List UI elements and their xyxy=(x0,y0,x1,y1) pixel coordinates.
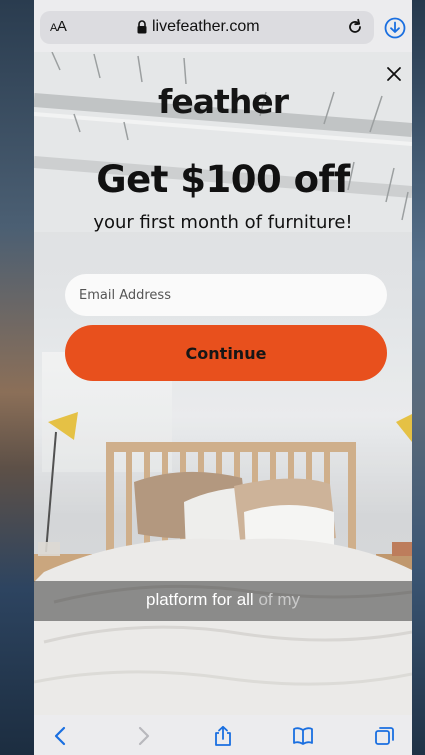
text-size-small-a: A xyxy=(50,22,57,34)
caption-text: platform for all of my xyxy=(34,590,412,610)
lock-icon xyxy=(137,20,147,34)
screen: AA livefeather.com feather Get $100 off … xyxy=(0,0,425,755)
caption-text-main: platform for all xyxy=(146,590,254,609)
reload-icon[interactable] xyxy=(346,18,364,36)
video-caption: platform for all of my xyxy=(34,581,412,621)
chevron-right-icon[interactable] xyxy=(132,725,154,747)
caption-text-dim: of my xyxy=(258,590,300,609)
address-bar[interactable]: AA livefeather.com xyxy=(40,11,374,44)
text-size-large-a: A xyxy=(56,18,67,35)
close-icon[interactable] xyxy=(386,66,402,82)
background-left-edge xyxy=(0,0,34,755)
browser-top-bar: AA livefeather.com xyxy=(34,0,412,52)
share-icon[interactable] xyxy=(212,725,234,747)
background-right-edge xyxy=(412,0,425,755)
continue-button[interactable]: Continue xyxy=(65,325,387,381)
offer-headline: Get $100 off xyxy=(96,158,350,201)
download-icon[interactable] xyxy=(384,17,406,39)
chevron-left-icon[interactable] xyxy=(50,725,72,747)
address-bar-domain: livefeather.com xyxy=(152,18,260,35)
text-size-button[interactable]: AA xyxy=(50,18,67,35)
email-field[interactable] xyxy=(65,274,387,316)
book-icon[interactable] xyxy=(292,725,314,747)
offer-subhead: your first month of furniture! xyxy=(93,212,353,233)
browser-bottom-toolbar xyxy=(34,715,412,755)
feather-logo: feather xyxy=(158,82,289,121)
tabs-icon[interactable] xyxy=(374,725,396,747)
